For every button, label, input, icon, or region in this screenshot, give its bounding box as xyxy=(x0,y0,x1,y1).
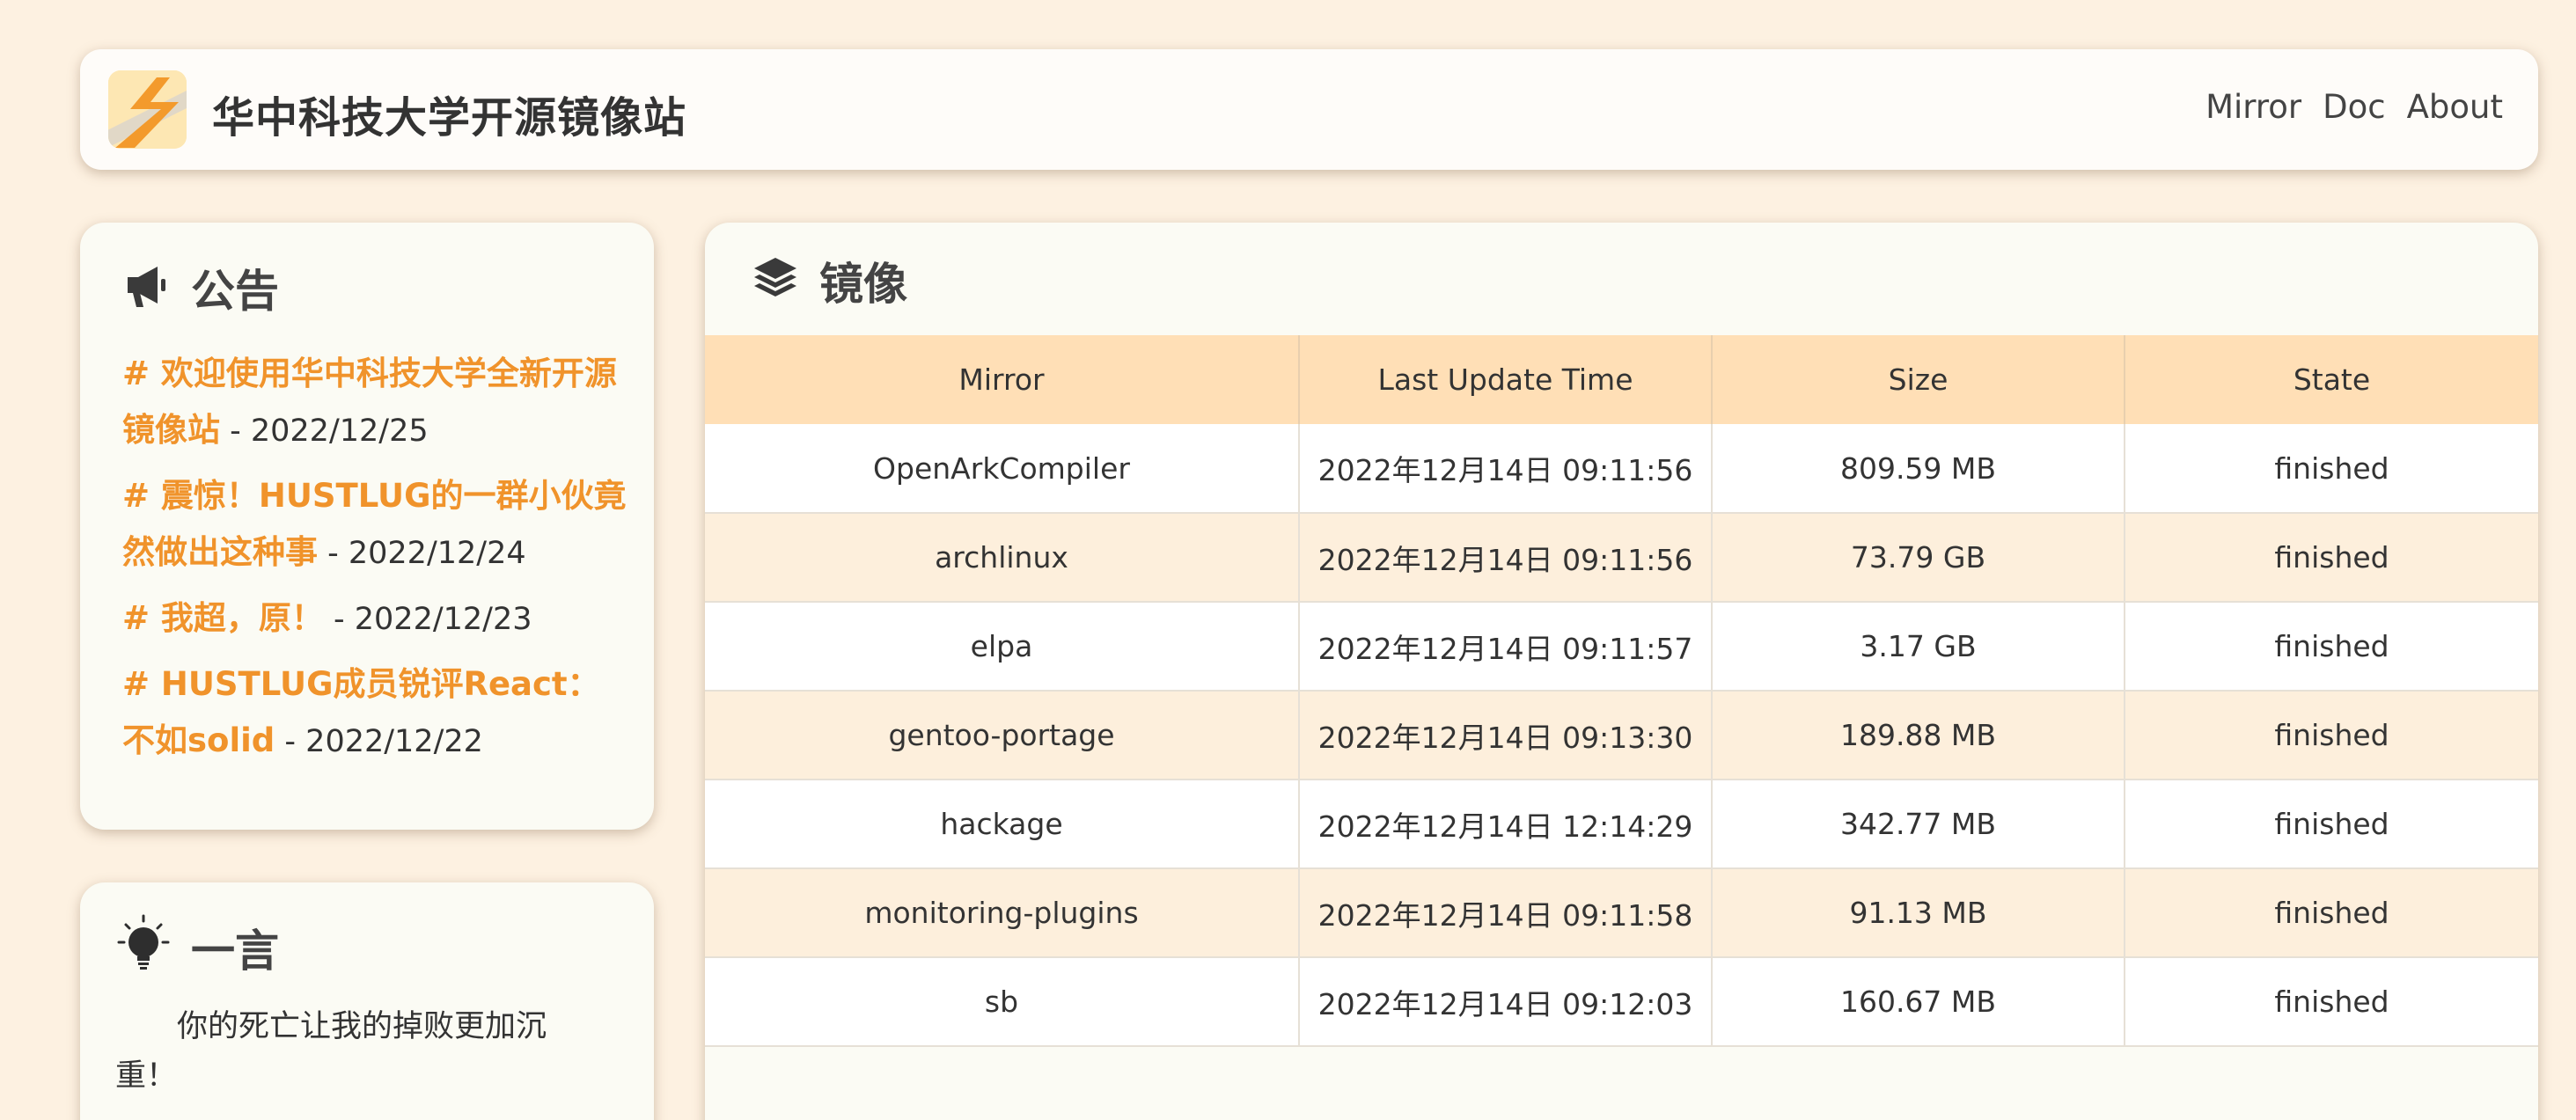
size-cell: 73.79 GB xyxy=(1712,513,2125,603)
announcement-date: - 2022/12/23 xyxy=(323,602,532,637)
column-header-last-update[interactable]: Last Update Time xyxy=(1299,335,1713,424)
table-row[interactable]: elpa 2022年12月14日 09:11:57 3.17 GB finish… xyxy=(705,602,2538,692)
mirror-name-cell[interactable]: sb xyxy=(705,957,1300,1047)
announcement-item: # 我超，原！ - 2022/12/23 xyxy=(122,590,628,648)
mirror-name-cell[interactable]: monitoring-plugins xyxy=(705,868,1300,958)
mirror-table: Mirror Last Update Time Size State OpenA… xyxy=(705,335,2538,1047)
announcement-title: 公告 xyxy=(191,266,279,317)
column-header-size[interactable]: Size xyxy=(1712,335,2125,424)
announcement-list: # 欢迎使用华中科技大学全新开源镜像站 - 2022/12/25 # 震惊！HU… xyxy=(122,346,628,779)
state-cell: finished xyxy=(2125,602,2538,692)
table-row[interactable]: hackage 2022年12月14日 12:14:29 342.77 MB f… xyxy=(705,780,2538,869)
mirror-name-cell[interactable]: gentoo-portage xyxy=(705,691,1300,780)
quote-header: 一言 xyxy=(115,914,279,981)
table-row[interactable]: gentoo-portage 2022年12月14日 09:13:30 189.… xyxy=(705,691,2538,780)
size-cell: 189.88 MB xyxy=(1712,691,2125,780)
table-header-row: Mirror Last Update Time Size State xyxy=(705,335,2538,424)
mirror-header: 镜像 xyxy=(751,249,907,312)
update-time-cell: 2022年12月14日 09:12:03 xyxy=(1299,957,1713,1047)
size-cell: 809.59 MB xyxy=(1712,424,2125,514)
update-time-cell: 2022年12月14日 09:11:57 xyxy=(1299,602,1713,692)
update-time-cell: 2022年12月14日 12:14:29 xyxy=(1299,780,1713,869)
table-row[interactable]: OpenArkCompiler 2022年12月14日 09:11:56 809… xyxy=(705,424,2538,514)
column-header-mirror[interactable]: Mirror xyxy=(705,335,1300,424)
layers-icon xyxy=(751,254,800,307)
announcement-item: # 欢迎使用华中科技大学全新开源镜像站 - 2022/12/25 xyxy=(122,346,628,459)
announcement-link[interactable]: # 我超，原！ xyxy=(122,599,324,637)
nav-about-link[interactable]: About xyxy=(2407,88,2503,126)
announcement-date: - 2022/12/25 xyxy=(220,414,429,449)
state-cell: finished xyxy=(2125,424,2538,514)
size-cell: 160.67 MB xyxy=(1712,957,2125,1047)
site-title[interactable]: 华中科技大学开源镜像站 xyxy=(212,83,686,144)
announcement-header: 公告 xyxy=(122,256,279,319)
lightbulb-icon xyxy=(115,914,172,981)
table-row[interactable]: archlinux 2022年12月14日 09:11:56 73.79 GB … xyxy=(705,513,2538,603)
update-time-cell: 2022年12月14日 09:11:56 xyxy=(1299,424,1713,514)
state-cell: finished xyxy=(2125,513,2538,603)
mirror-name-cell[interactable]: archlinux xyxy=(705,513,1300,603)
announcement-date: - 2022/12/22 xyxy=(275,724,483,759)
nav-links: Mirror Doc About xyxy=(2205,88,2503,126)
state-cell: finished xyxy=(2125,691,2538,780)
megaphone-icon xyxy=(122,261,172,314)
nav-doc-link[interactable]: Doc xyxy=(2323,88,2385,126)
announcement-date: - 2022/12/24 xyxy=(318,536,526,571)
announcement-card: 公告 # 欢迎使用华中科技大学全新开源镜像站 - 2022/12/25 # 震惊… xyxy=(80,223,654,830)
nav-mirror-link[interactable]: Mirror xyxy=(2205,88,2301,126)
hustlug-logo-icon[interactable] xyxy=(108,70,187,149)
mirror-title: 镜像 xyxy=(819,259,907,310)
table-row[interactable]: monitoring-plugins 2022年12月14日 09:11:58 … xyxy=(705,868,2538,958)
state-cell: finished xyxy=(2125,957,2538,1047)
quote-card: 一言 你的死亡让我的掉败更加沉重！ xyxy=(80,882,654,1120)
update-time-cell: 2022年12月14日 09:11:56 xyxy=(1299,513,1713,603)
column-header-state[interactable]: State xyxy=(2125,335,2538,424)
quote-title: 一言 xyxy=(191,926,279,977)
state-cell: finished xyxy=(2125,780,2538,869)
announcement-item: # HUSTLUG成员锐评React：不如solid - 2022/12/22 xyxy=(122,656,628,770)
size-cell: 91.13 MB xyxy=(1712,868,2125,958)
table-row[interactable]: sb 2022年12月14日 09:12:03 160.67 MB finish… xyxy=(705,957,2538,1047)
mirror-card: 镜像 Mirror Last Update Time Size State Op… xyxy=(705,223,2538,1120)
top-navbar: 华中科技大学开源镜像站 Mirror Doc About xyxy=(80,49,2538,170)
mirror-name-cell[interactable]: elpa xyxy=(705,602,1300,692)
announcement-item: # 震惊！HUSTLUG的一群小伙竟然做出这种事 - 2022/12/24 xyxy=(122,468,628,582)
update-time-cell: 2022年12月14日 09:11:58 xyxy=(1299,868,1713,958)
mirror-name-cell[interactable]: hackage xyxy=(705,780,1300,869)
state-cell: finished xyxy=(2125,868,2538,958)
mirror-name-cell[interactable]: OpenArkCompiler xyxy=(705,424,1300,514)
size-cell: 342.77 MB xyxy=(1712,780,2125,869)
quote-text: 你的死亡让我的掉败更加沉重！ xyxy=(115,1009,547,1094)
size-cell: 3.17 GB xyxy=(1712,602,2125,692)
update-time-cell: 2022年12月14日 09:13:30 xyxy=(1299,691,1713,780)
